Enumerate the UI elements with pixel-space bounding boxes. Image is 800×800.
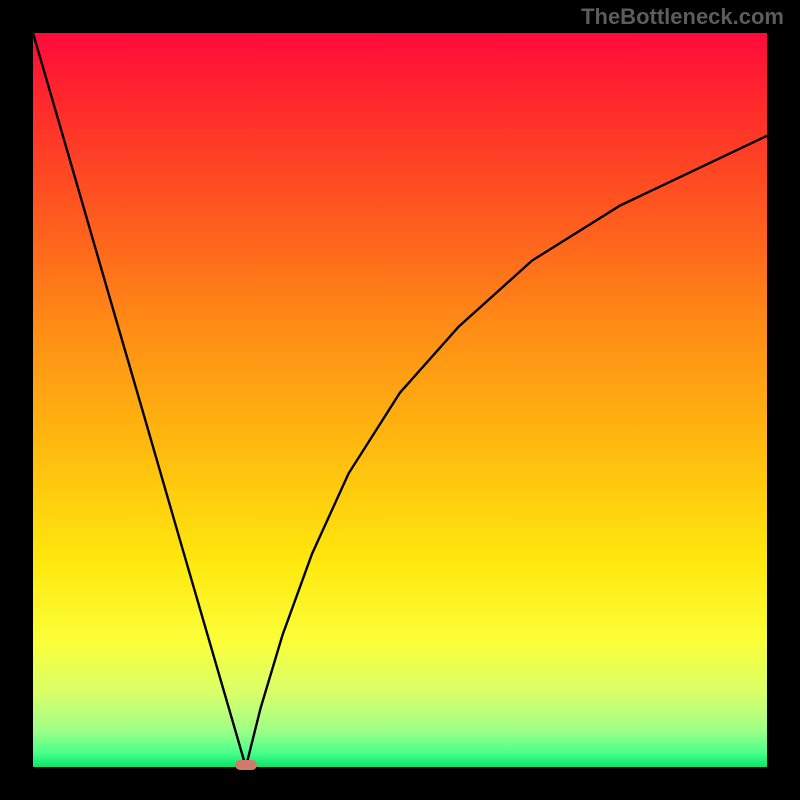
curve-layer	[33, 33, 767, 767]
bottleneck-curve-left	[33, 33, 246, 767]
bottleneck-curve-right	[246, 136, 767, 767]
watermark-text: TheBottleneck.com	[581, 4, 784, 30]
chart-container: TheBottleneck.com	[0, 0, 800, 800]
minimum-marker	[235, 760, 257, 770]
